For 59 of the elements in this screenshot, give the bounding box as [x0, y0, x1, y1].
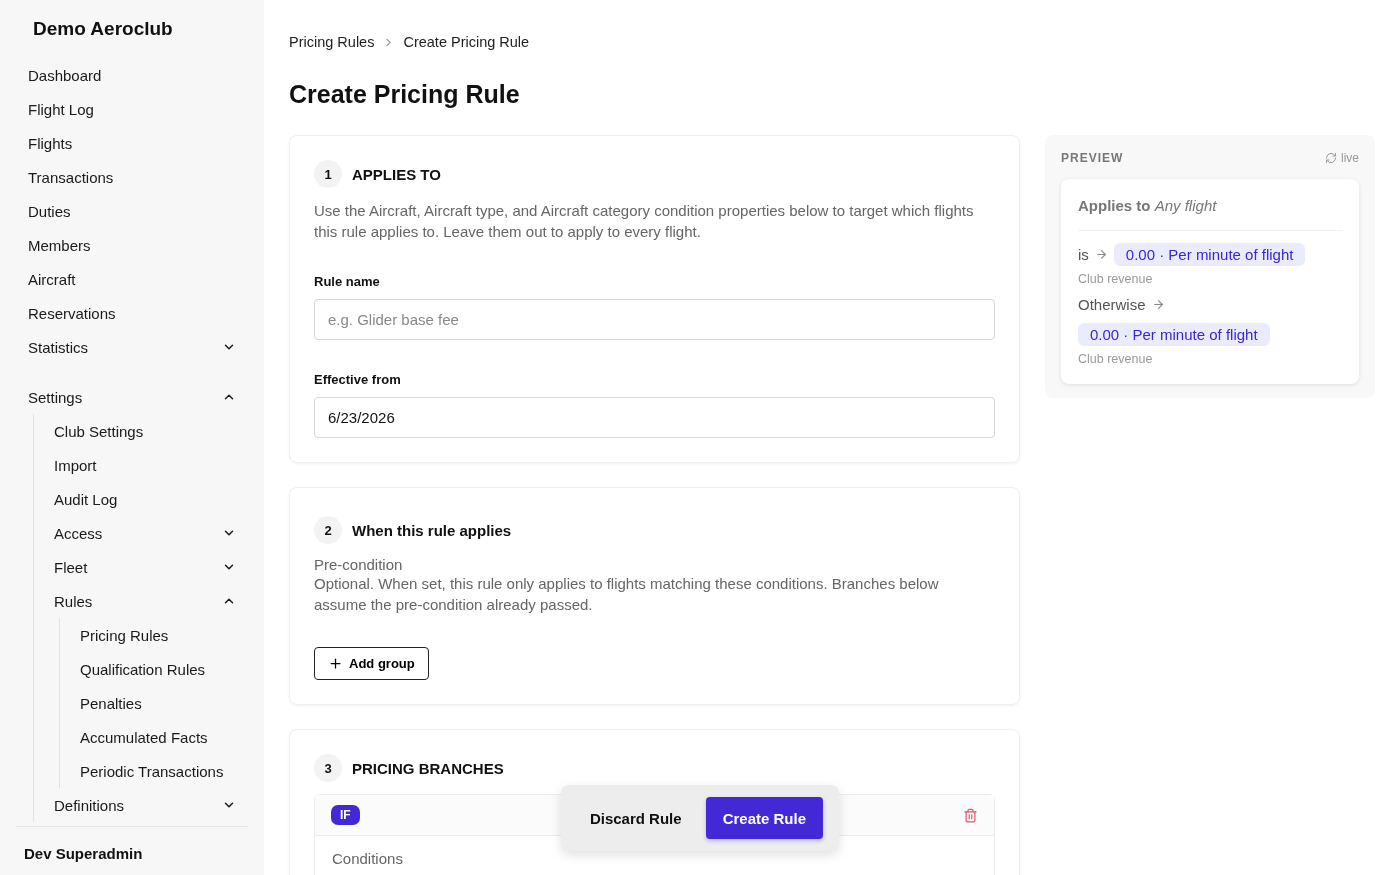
nav-item[interactable]: Pricing Rules: [68, 618, 248, 652]
preview-heading: PREVIEW: [1061, 151, 1124, 165]
arrow-right-icon: [1151, 298, 1165, 311]
section-title: When this rule applies: [352, 521, 512, 539]
step-number: 2: [314, 516, 342, 544]
plus-icon: [328, 656, 343, 671]
nav-item[interactable]: Fleet: [42, 550, 248, 584]
live-label: live: [1341, 151, 1359, 165]
nav-item[interactable]: Statistics: [16, 330, 248, 364]
section-description: Use the Aircraft, Aircraft type, and Aircraft category condition properties below to target which flights this rule applies to. Leave them out to apply to every flight.: [314, 201, 975, 242]
breadcrumb-link[interactable]: Create Pricing Rule: [403, 34, 530, 50]
conditions-label: Conditions: [332, 850, 403, 867]
rule-label: Otherwise: [1078, 296, 1146, 313]
account-label: Club revenue: [1078, 272, 1154, 286]
applies-to-text: Applies to Any flight: [1078, 197, 1342, 231]
if-badge: IF: [331, 805, 360, 825]
step-number: 1: [314, 160, 342, 188]
nav-item[interactable]: Access: [42, 516, 248, 550]
nav-item[interactable]: Audit Log: [42, 482, 248, 516]
price-chip: 0.00 · Per minute of flight: [1113, 243, 1306, 266]
nav-item[interactable]: Flights: [16, 126, 248, 160]
rule-label: is: [1078, 246, 1089, 263]
section-title: APPLIES TO: [352, 165, 441, 183]
step-number: 3: [314, 754, 342, 782]
user-name[interactable]: Dev Superadmin: [16, 826, 248, 875]
nav-item[interactable]: Qualification Rules: [68, 652, 248, 686]
section-title: PRICING BRANCHES: [352, 759, 504, 777]
section-subtitle: Pre-condition: [314, 556, 404, 573]
nav-item[interactable]: Definitions: [42, 788, 248, 822]
delete-icon[interactable]: [963, 807, 978, 823]
nav-item[interactable]: Reservations: [16, 296, 248, 330]
nav-item[interactable]: Settings: [16, 380, 248, 414]
field-label: Effective from: [314, 372, 402, 387]
nav-item[interactable]: Rules: [42, 584, 248, 618]
nav-item[interactable]: Periodic Transactions: [68, 754, 248, 788]
price-chip: 0.00 · Per minute of flight: [1078, 323, 1270, 346]
breadcrumb-link[interactable]: Pricing Rules: [289, 34, 375, 50]
discard-button[interactable]: Discard Rule: [577, 809, 694, 827]
nav-item[interactable]: Club Settings: [42, 414, 248, 448]
input-field[interactable]: e.g. Glider base fee: [314, 299, 995, 340]
refresh-icon: [1325, 152, 1337, 164]
nav-item[interactable]: Aircraft: [16, 262, 248, 296]
nav-item[interactable]: Accumulated Facts: [68, 720, 248, 754]
nav-item[interactable]: Flight Log: [16, 92, 248, 126]
club-name: Demo Aeroclub: [32, 18, 174, 40]
arrow-right-icon: [1094, 248, 1108, 261]
page-title: Create Pricing Rule: [289, 80, 521, 109]
nav-item[interactable]: Members: [16, 228, 248, 262]
nav-item[interactable]: Penalties: [68, 686, 248, 720]
nav-item[interactable]: Import: [42, 448, 248, 482]
nav-item[interactable]: Dashboard: [16, 58, 248, 92]
add-group-button[interactable]: Add group: [314, 647, 429, 680]
create-button[interactable]: Create Rule: [705, 797, 823, 839]
nav-item[interactable]: Transactions: [16, 160, 248, 194]
account-label: Club revenue: [1078, 352, 1154, 366]
nav-item[interactable]: Duties: [16, 194, 248, 228]
field-label: Rule name: [314, 274, 381, 289]
section-description: Optional. When set, this rule only applies to flights matching these conditions. Branches below assume the pre-condition already passed.: [314, 574, 940, 615]
input-field[interactable]: 6/23/2026: [314, 397, 995, 438]
